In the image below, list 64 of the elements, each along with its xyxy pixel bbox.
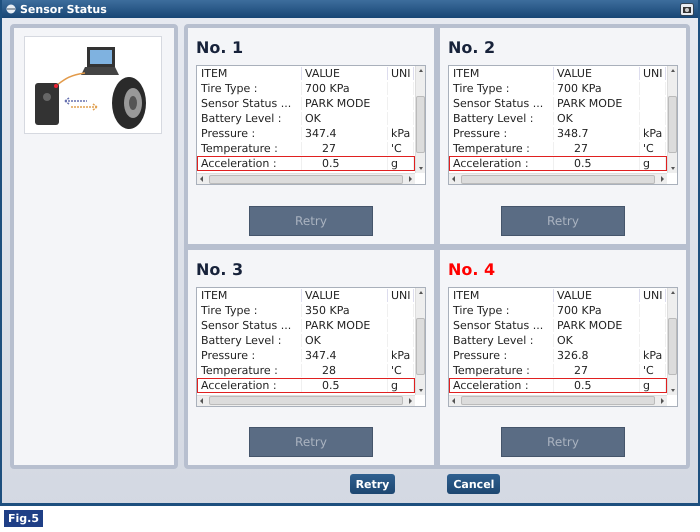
scroll-left-icon[interactable]: [451, 396, 457, 404]
sensor-title: No. 4: [448, 260, 496, 278]
table-row[interactable]: Sensor Status ... PARK MODE: [197, 96, 415, 111]
column-header: ITEM: [450, 288, 554, 302]
vertical-scrollbar[interactable]: [415, 288, 425, 394]
column-header: ITEM: [450, 67, 554, 80]
column-header: VALUE: [302, 288, 388, 302]
scroll-right-icon[interactable]: [659, 175, 665, 183]
column-header: VALUE: [554, 288, 640, 302]
column-header: ITEM: [198, 67, 302, 80]
table-row[interactable]: Sensor Status ... PARK MODE: [449, 96, 667, 111]
table-row[interactable]: Tire Type : 350 KPa: [197, 302, 415, 318]
horizontal-scrollbar[interactable]: [197, 394, 415, 406]
table-row[interactable]: Temperature : 28 'C: [197, 362, 415, 378]
horizontal-scrollbar[interactable]: [449, 394, 667, 406]
vertical-scrollbar[interactable]: [415, 66, 425, 173]
table-row[interactable]: Temperature : 27 'C: [449, 141, 667, 156]
column-header: UNI: [640, 67, 666, 80]
horizontal-scrollbar[interactable]: [197, 173, 415, 184]
column-header: VALUE: [554, 67, 640, 80]
figure-caption: Fig.5: [4, 510, 43, 527]
table-row[interactable]: Pressure : 347.4 kPa: [197, 348, 415, 362]
table-row[interactable]: Pressure : 347.4 kPa: [197, 126, 415, 141]
dialog-button[interactable]: Retry: [350, 474, 396, 494]
table-row[interactable]: Battery Level : OK: [197, 111, 415, 126]
sensor-title: No. 1: [196, 38, 244, 57]
table-row[interactable]: Temperature : 27 'C: [449, 362, 667, 378]
window-icon: [6, 4, 16, 14]
scroll-right-icon[interactable]: [407, 396, 413, 404]
table-row[interactable]: Sensor Status ... PARK MODE: [197, 318, 415, 332]
column-header: VALUE: [302, 67, 388, 80]
scroll-right-icon[interactable]: [659, 396, 665, 404]
table-row[interactable]: Acceleration : 0.5 g: [197, 378, 415, 392]
vertical-scrollbar[interactable]: [667, 288, 677, 394]
table-row[interactable]: Tire Type : 700 KPa: [449, 302, 667, 318]
table-row[interactable]: Battery Level : OK: [449, 332, 667, 348]
table-row[interactable]: Pressure : 348.7 kPa: [449, 126, 667, 141]
sensor-title: No. 3: [196, 260, 244, 278]
column-header: ITEM: [198, 288, 302, 302]
sensor-title: No. 2: [448, 38, 496, 57]
column-header: UNI: [640, 288, 666, 302]
table-row[interactable]: Tire Type : 700 KPa: [449, 81, 667, 96]
table-row[interactable]: Acceleration : 0.5 g: [449, 378, 667, 392]
scroll-left-icon[interactable]: [199, 396, 205, 404]
scroll-left-icon[interactable]: [199, 175, 205, 183]
scroll-left-icon[interactable]: [451, 175, 457, 183]
table-row[interactable]: Acceleration : 0.5 g: [449, 156, 667, 171]
column-header: UNI: [388, 288, 414, 302]
vertical-scrollbar[interactable]: [667, 66, 677, 173]
camera-icon[interactable]: [680, 2, 694, 16]
table-row[interactable]: Temperature : 27 'C: [197, 141, 415, 156]
scroll-down-icon[interactable]: [418, 386, 424, 394]
table-row[interactable]: Pressure : 326.8 kPa: [449, 348, 667, 362]
scroll-right-icon[interactable]: [407, 175, 413, 183]
table-row[interactable]: Sensor Status ... PARK MODE: [449, 318, 667, 332]
table-row[interactable]: Battery Level : OK: [197, 332, 415, 348]
window-title: Sensor Status: [20, 2, 108, 16]
table-row[interactable]: Acceleration : 0.5 g: [197, 156, 415, 171]
horizontal-scrollbar[interactable]: [449, 173, 667, 184]
table-row[interactable]: Battery Level : OK: [449, 111, 667, 126]
column-header: UNI: [388, 67, 414, 80]
dialog-button[interactable]: Cancel: [447, 474, 500, 494]
scroll-down-icon[interactable]: [670, 386, 676, 394]
table-row[interactable]: Tire Type : 700 KPa: [197, 81, 415, 96]
